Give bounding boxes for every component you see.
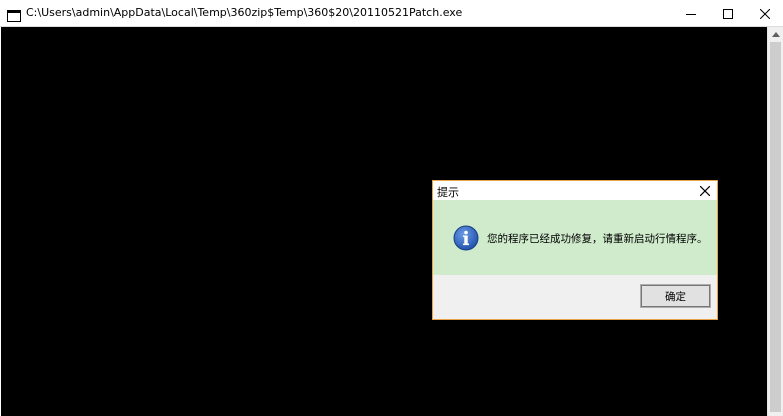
vertical-scrollbar[interactable] [767, 27, 783, 416]
dialog-message: 您的程序已经成功修复，请重新启动行情程序。 [487, 233, 708, 245]
close-button[interactable] [746, 0, 783, 27]
dialog-title: 提示 [437, 186, 459, 199]
scroll-up-button[interactable] [768, 27, 783, 41]
dialog-footer: 确定 [433, 275, 717, 319]
ok-button[interactable]: 确定 [640, 284, 711, 308]
message-dialog: 提示 您的程序已经成功修复，请重新启动行情程序。 确定 [432, 180, 718, 320]
scrollbar-thumb[interactable] [770, 42, 781, 412]
dialog-body: 您的程序已经成功修复，请重新启动行情程序。 [433, 200, 717, 275]
dialog-titlebar[interactable]: 提示 [433, 181, 717, 200]
console-app-icon [7, 7, 21, 22]
close-icon [699, 185, 710, 196]
window-controls [672, 0, 783, 27]
minimize-button[interactable] [672, 0, 709, 27]
minimize-icon [685, 13, 696, 15]
info-icon [453, 225, 479, 251]
window-title: C:\Users\admin\AppData\Local\Temp\360zip… [26, 6, 463, 19]
maximize-icon [722, 8, 733, 19]
dialog-close-button[interactable] [697, 183, 712, 198]
close-icon [759, 8, 770, 19]
console-window: C:\Users\admin\AppData\Local\Temp\360zip… [0, 0, 783, 416]
window-titlebar[interactable]: C:\Users\admin\AppData\Local\Temp\360zip… [0, 0, 783, 27]
maximize-button[interactable] [709, 0, 746, 27]
scroll-up-arrow-icon [772, 31, 780, 37]
